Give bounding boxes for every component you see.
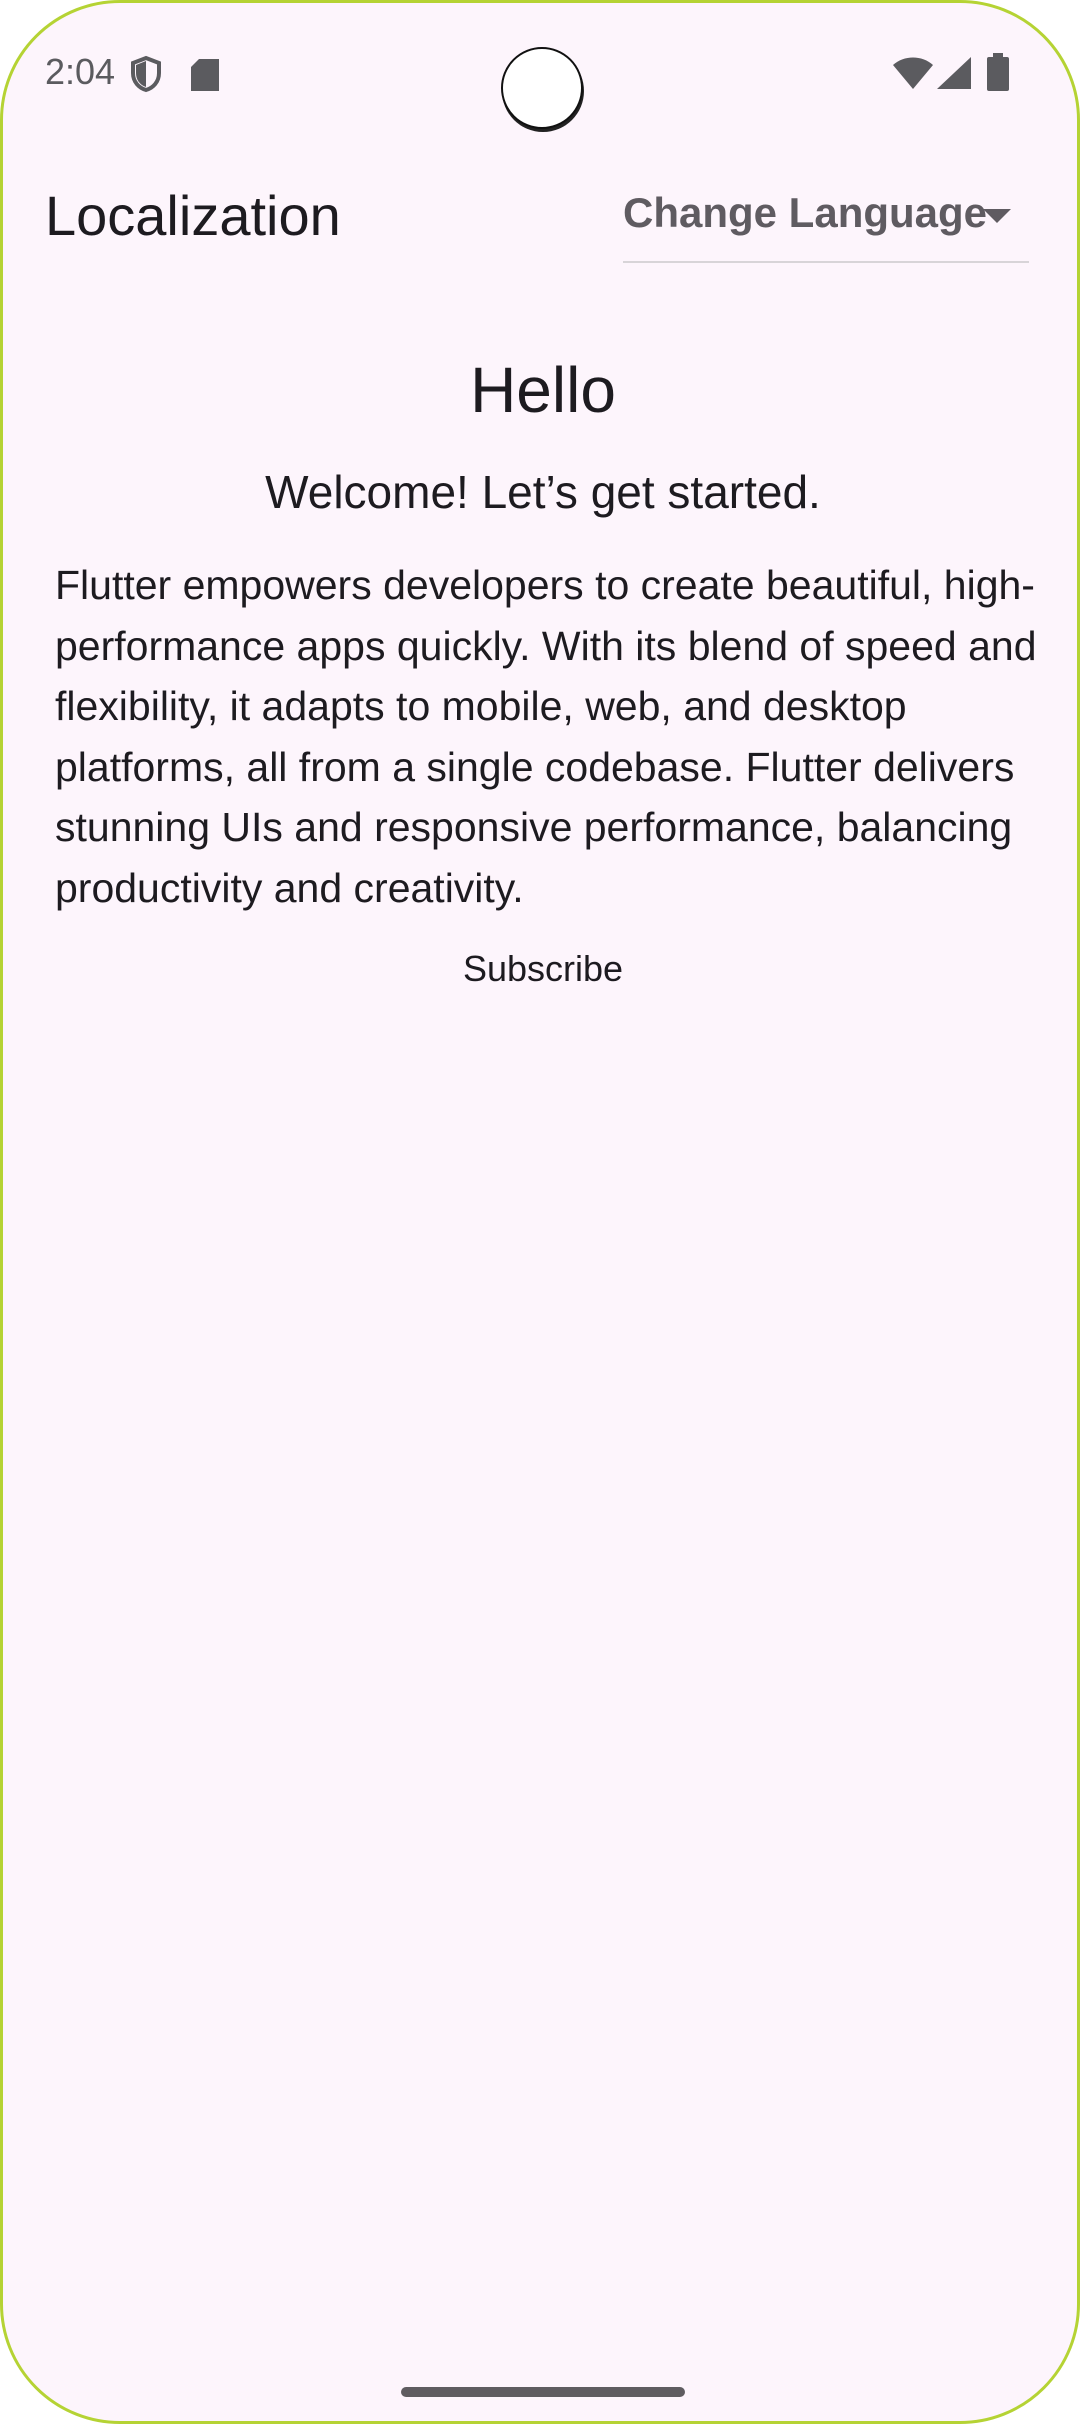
app-title: Localization [45,184,341,247]
wifi-icon [893,57,933,94]
description-paragraph: Flutter empowers developers to create be… [55,562,1037,911]
status-bar: 2:04 [3,3,1077,143]
status-time: 2:04 [45,51,116,92]
chevron-down-icon [983,209,1011,223]
shield-icon [129,55,163,98]
greeting-heading: Hello [470,354,616,426]
subscribe-button[interactable]: Subscribe [403,937,683,1001]
camera-cutout [501,47,583,129]
cell-signal-icon [937,57,971,94]
change-language-dropdown[interactable]: Change Language [623,179,1029,263]
change-language-label: Change Language [623,189,988,236]
phone-screen: 2:04 Localization Change Language Hello … [0,0,1080,2424]
welcome-subheading: Welcome! Let’s get started. [265,466,821,518]
battery-icon [987,53,1009,96]
sd-card-icon [191,59,219,96]
home-indicator[interactable] [401,2387,685,2397]
